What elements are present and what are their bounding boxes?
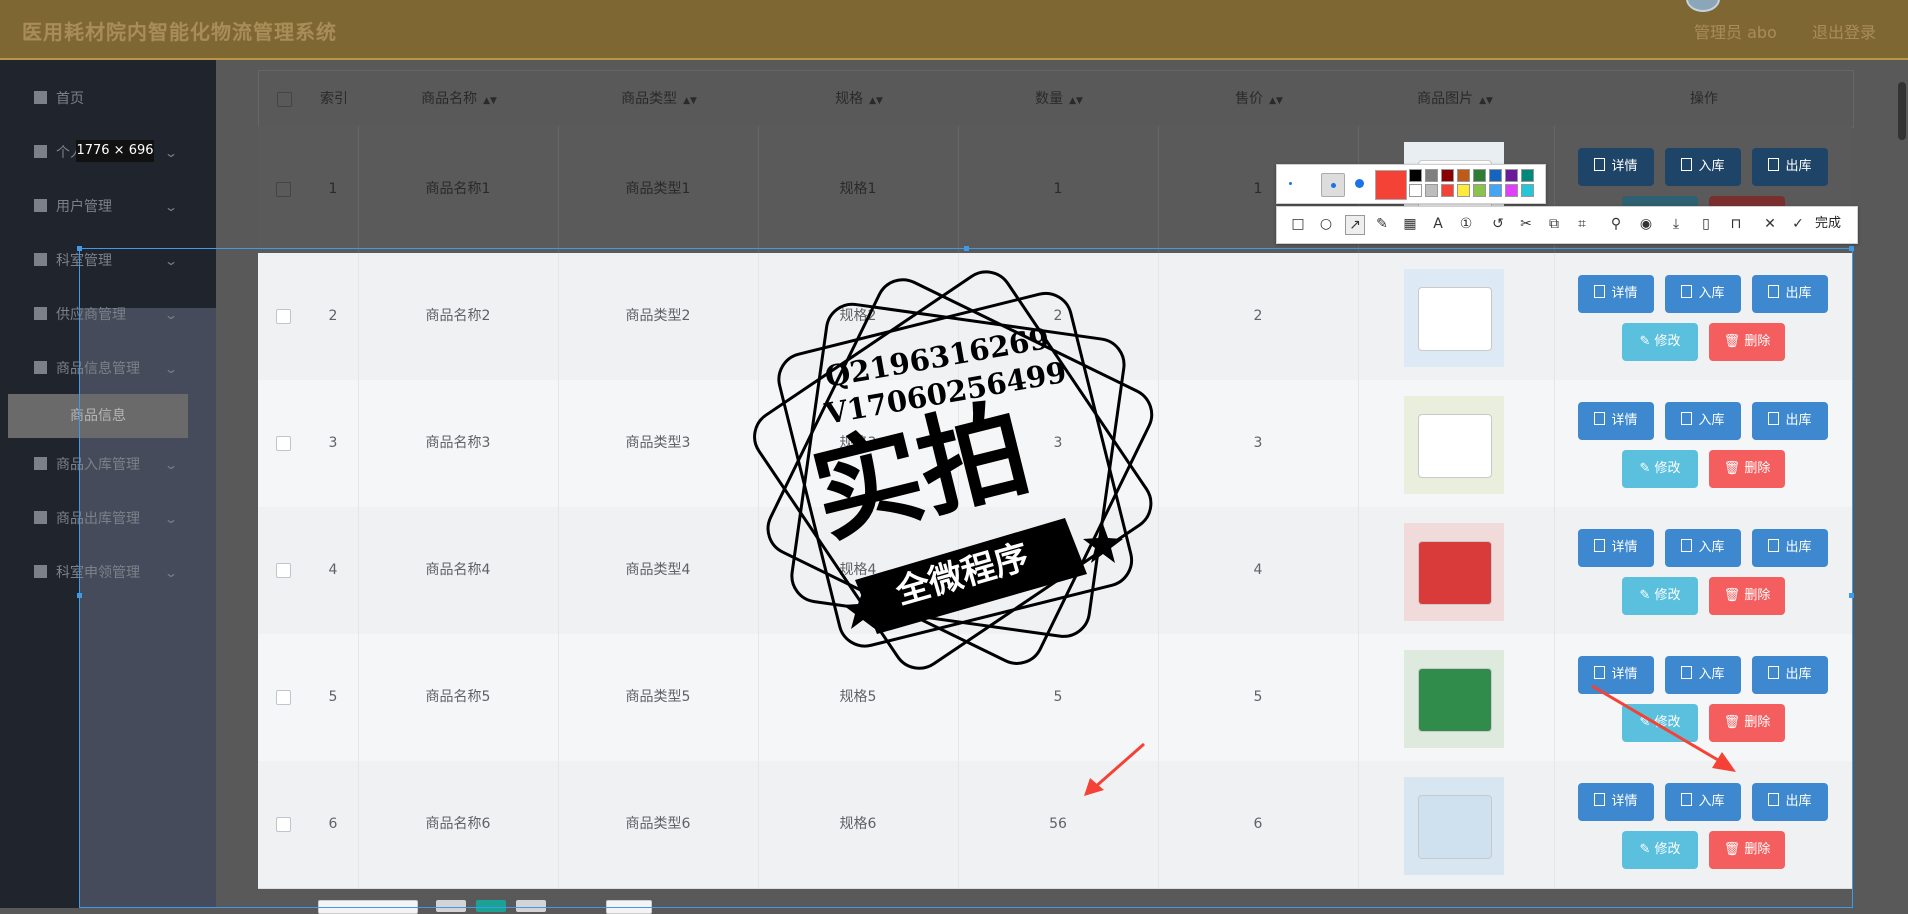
bookmark-icon[interactable]: ⊓ (1727, 215, 1745, 233)
admin-label: 管理员 abo (1694, 23, 1777, 42)
user-icon (34, 565, 47, 578)
column-header-price[interactable]: 售价 ▲▼ (1159, 71, 1359, 127)
logout-link[interactable]: 退出登录 (1812, 19, 1876, 43)
palette-swatch[interactable] (1521, 169, 1534, 182)
palette-swatch[interactable] (1441, 169, 1454, 182)
ocr-icon[interactable]: ⌗ (1573, 215, 1591, 233)
column-header-image[interactable]: 商品图片 ▲▼ (1355, 71, 1555, 127)
palette-swatch[interactable] (1425, 169, 1438, 182)
screenshot-selection-frame[interactable] (77, 246, 1854, 908)
resize-handle[interactable] (964, 246, 969, 251)
user-icon (34, 145, 47, 158)
column-header-type[interactable]: 商品类型 ▲▼ (559, 71, 759, 127)
palette-swatch[interactable] (1473, 184, 1486, 197)
stroke-size-medium[interactable] (1321, 173, 1345, 197)
sidebar-item-home[interactable]: 首页 (34, 87, 84, 111)
cell-qty: 1 (958, 126, 1159, 253)
palette-swatch[interactable] (1489, 169, 1502, 182)
home-icon (34, 91, 47, 104)
annotation-color-panel (1276, 164, 1546, 204)
cell-type: 商品类型1 (558, 126, 759, 253)
palette-swatch[interactable] (1441, 184, 1454, 197)
scissors-icon[interactable]: ✂ (1517, 215, 1535, 233)
phone-icon[interactable]: ▯ (1697, 215, 1715, 233)
chevron-down-icon: ⌄ (163, 200, 179, 214)
download-icon[interactable]: ⤓ (1667, 215, 1685, 233)
stock-in-button[interactable]: 入库 (1665, 148, 1741, 186)
resize-handle[interactable] (77, 593, 82, 598)
sidebar-item-users[interactable]: 用户管理 ⌄ (34, 195, 178, 219)
palette-swatch[interactable] (1409, 169, 1422, 182)
close-icon[interactable]: ✕ (1761, 215, 1779, 233)
translate-icon[interactable]: ⧉ (1545, 215, 1563, 233)
row-checkbox[interactable] (276, 182, 291, 197)
send-icon (34, 511, 47, 524)
palette-swatch[interactable] (1505, 169, 1518, 182)
avatar[interactable] (1686, 0, 1720, 12)
annotation-toolbar: □ ○ ↗ ✎ ▦ A ① ↺ ✂ ⧉ ⌗ ⚲ ◉ ⤓ ▯ ⊓ ✕ ✓ 完成 (1276, 206, 1858, 244)
chevron-down-icon: ⌄ (163, 146, 179, 160)
sort-icon: ▲▼ (483, 96, 497, 106)
grid-icon (34, 253, 47, 266)
sort-icon: ▲▼ (869, 96, 883, 106)
rectangle-icon[interactable]: □ (1289, 215, 1307, 233)
palette-swatch[interactable] (1521, 184, 1534, 197)
sort-icon: ▲▼ (1479, 96, 1493, 106)
selection-size-badge: 1776 × 696 (76, 140, 154, 162)
page-scrollbar[interactable] (1898, 82, 1906, 140)
column-header-name[interactable]: 商品名称 ▲▼ (359, 71, 559, 127)
chart-icon (34, 199, 47, 212)
resize-handle[interactable] (77, 246, 82, 251)
palette-swatch[interactable] (1457, 169, 1470, 182)
select-all-checkbox[interactable] (277, 92, 292, 107)
sort-icon: ▲▼ (1269, 96, 1283, 106)
palette-swatch[interactable] (1457, 184, 1470, 197)
grid-icon (34, 457, 47, 470)
detail-button[interactable]: 详情 (1578, 148, 1654, 186)
stroke-size-small[interactable] (1289, 182, 1292, 185)
cell-spec: 规格1 (758, 126, 959, 253)
text-icon[interactable]: A (1429, 215, 1447, 233)
ellipse-icon[interactable]: ○ (1317, 215, 1335, 233)
resize-handle[interactable] (1849, 593, 1854, 598)
record-icon[interactable]: ◉ (1637, 215, 1655, 233)
undo-icon[interactable]: ↺ (1489, 215, 1507, 233)
check-icon[interactable]: ✓ (1789, 215, 1807, 233)
column-header-spec[interactable]: 规格 ▲▼ (759, 71, 959, 127)
cell-name: 商品名称1 (358, 126, 559, 253)
arrow-icon[interactable]: ↗ (1345, 215, 1365, 235)
stroke-size-large[interactable] (1355, 179, 1364, 188)
table-header: 索引 商品名称 ▲▼ 商品类型 ▲▼ 规格 ▲▼ 数量 ▲▼ 售价 ▲▼ 商品图片 ▲▼ 操… (258, 70, 1854, 128)
resize-handle[interactable] (1849, 246, 1854, 251)
column-header-actions: 操作 (1690, 91, 1718, 107)
app-header: 医用耗材院内智能化物流管理系统 管理员 abo 退出登录 (0, 0, 1908, 60)
briefcase-icon (34, 361, 47, 374)
cell-index: 1 (308, 126, 359, 253)
app-title: 医用耗材院内智能化物流管理系统 (22, 20, 337, 44)
current-color-swatch[interactable] (1375, 170, 1407, 200)
palette-swatch[interactable] (1489, 184, 1502, 197)
palette-swatch[interactable] (1409, 184, 1422, 197)
palette-swatch[interactable] (1505, 184, 1518, 197)
pencil-icon[interactable]: ✎ (1373, 215, 1391, 233)
done-button[interactable]: 完成 (1815, 215, 1841, 233)
palette-swatch[interactable] (1425, 184, 1438, 197)
pin-icon[interactable]: ⚲ (1607, 215, 1625, 233)
column-header-qty[interactable]: 数量 ▲▼ (959, 71, 1159, 127)
sort-icon: ▲▼ (683, 96, 697, 106)
stock-out-button[interactable]: 出库 (1752, 148, 1828, 186)
column-header-index: 索引 (320, 91, 348, 107)
palette-swatch[interactable] (1473, 169, 1486, 182)
sort-icon: ▲▼ (1069, 96, 1083, 106)
grid-icon (34, 307, 47, 320)
number-marker-icon[interactable]: ① (1457, 215, 1475, 233)
mosaic-icon[interactable]: ▦ (1401, 215, 1419, 233)
